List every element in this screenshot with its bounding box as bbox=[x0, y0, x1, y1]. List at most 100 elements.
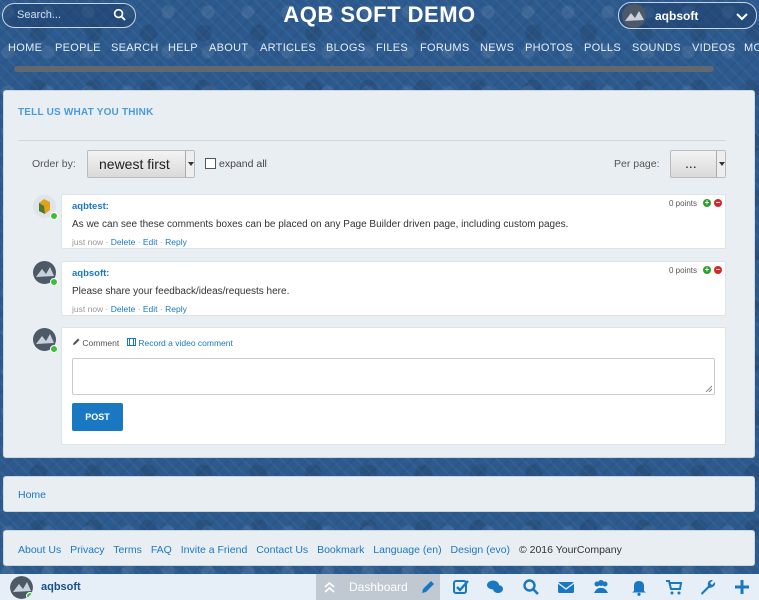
edit-link[interactable]: Edit bbox=[143, 237, 158, 247]
footer-faq[interactable]: FAQ bbox=[151, 544, 172, 556]
online-status-dot bbox=[50, 278, 58, 286]
nav-photos[interactable]: PHOTOS bbox=[525, 42, 573, 54]
footer-bookmark[interactable]: Bookmark bbox=[317, 544, 364, 556]
online-status-dot bbox=[50, 345, 58, 353]
nav-news[interactable]: NEWS bbox=[480, 42, 514, 54]
plus-icon[interactable] bbox=[733, 578, 751, 596]
footer: About Us Privacy Terms FAQ Invite a Frie… bbox=[3, 530, 755, 566]
nav-help[interactable]: HELP bbox=[168, 42, 198, 54]
footer-language[interactable]: Language (en) bbox=[373, 544, 441, 556]
dashboard-button[interactable]: Dashboard bbox=[316, 574, 440, 600]
comments-panel: TELL US WHAT YOU THINK Order by: newest … bbox=[3, 90, 755, 458]
post-button[interactable]: POST bbox=[72, 403, 123, 431]
select-caret-icon bbox=[716, 151, 725, 177]
search-icon[interactable] bbox=[522, 578, 540, 596]
avatar bbox=[622, 4, 646, 28]
per-page-value: ... bbox=[685, 155, 697, 171]
expand-all-checkbox[interactable] bbox=[205, 158, 216, 169]
nav-forums[interactable]: FORUMS bbox=[420, 42, 469, 54]
copyright: © 2016 YourCompany bbox=[518, 544, 622, 556]
select-caret-icon bbox=[185, 151, 194, 177]
nav-search[interactable]: SEARCH bbox=[111, 42, 159, 54]
nav-sounds[interactable]: SOUNDS bbox=[632, 42, 681, 54]
avatar[interactable] bbox=[10, 576, 33, 599]
pencil-icon bbox=[73, 338, 80, 345]
cart-icon[interactable] bbox=[665, 578, 683, 596]
delete-link[interactable]: Delete bbox=[111, 304, 136, 314]
film-icon bbox=[127, 338, 136, 346]
tab-record-video[interactable]: Record a video comment bbox=[127, 338, 233, 348]
bottom-toolbar: aqbsoft Dashboard bbox=[0, 574, 759, 600]
comment-textarea[interactable] bbox=[72, 358, 715, 395]
footer-terms[interactable]: Terms bbox=[113, 544, 142, 556]
nav-more[interactable]: MO bbox=[744, 42, 759, 54]
user-menu[interactable]: aqbsoft bbox=[618, 2, 757, 29]
edit-icon[interactable] bbox=[420, 579, 436, 595]
avatar[interactable] bbox=[33, 261, 58, 286]
wrench-icon[interactable] bbox=[699, 578, 717, 596]
section-title: TELL US WHAT YOU THINK bbox=[18, 107, 154, 118]
double-chevron-up-icon bbox=[324, 581, 335, 593]
order-by-select[interactable]: newest first bbox=[87, 150, 195, 178]
comment-text: Please share your feedback/ideas/request… bbox=[72, 286, 290, 297]
nav-polls[interactable]: POLLS bbox=[584, 42, 621, 54]
per-page-label: Per page: bbox=[614, 158, 660, 170]
footer-contact[interactable]: Contact Us bbox=[256, 544, 308, 556]
bottom-username[interactable]: aqbsoft bbox=[41, 581, 81, 593]
avatar[interactable] bbox=[33, 195, 58, 220]
online-status-dot bbox=[50, 212, 58, 220]
bell-icon[interactable] bbox=[630, 578, 648, 596]
comment-author[interactable]: aqbsoft: bbox=[72, 268, 109, 279]
resize-handle-icon[interactable] bbox=[705, 385, 712, 392]
nav-files[interactable]: FILES bbox=[376, 42, 408, 54]
breadcrumb: Home bbox=[3, 476, 755, 512]
vote-up-icon[interactable]: + bbox=[703, 266, 711, 274]
footer-invite[interactable]: Invite a Friend bbox=[181, 544, 248, 556]
vote-down-icon[interactable]: − bbox=[714, 199, 722, 207]
chat-icon[interactable] bbox=[486, 578, 504, 596]
check-icon[interactable] bbox=[452, 578, 470, 596]
comment-author[interactable]: aqbtest: bbox=[72, 201, 109, 212]
new-comment-form: Comment Record a video comment POST bbox=[61, 327, 726, 445]
comment-card: aqbtest: As we can see these comments bo… bbox=[61, 194, 726, 249]
reply-link[interactable]: Reply bbox=[165, 237, 187, 247]
reply-link[interactable]: Reply bbox=[165, 304, 187, 314]
delete-link[interactable]: Delete bbox=[111, 237, 136, 247]
comment-meta: just now · Delete · Edit · Reply bbox=[72, 304, 187, 314]
nav-articles[interactable]: ARTICLES bbox=[260, 42, 316, 54]
breadcrumb-home[interactable]: Home bbox=[18, 489, 46, 501]
footer-about-us[interactable]: About Us bbox=[18, 544, 61, 556]
nav-people[interactable]: PEOPLE bbox=[55, 42, 101, 54]
nav-blogs[interactable]: BLOGS bbox=[326, 42, 365, 54]
nav-home[interactable]: HOME bbox=[8, 42, 42, 54]
order-by-label: Order by: bbox=[32, 158, 76, 170]
tab-comment-label: Comment bbox=[82, 338, 120, 348]
dashboard-label: Dashboard bbox=[349, 580, 408, 594]
comment-text: As we can see these comments boxes can b… bbox=[72, 219, 569, 230]
comment-points: 0 points bbox=[668, 266, 697, 275]
user-menu-name: aqbsoft bbox=[655, 9, 699, 23]
avatar bbox=[33, 328, 58, 353]
expand-all-label[interactable]: expand all bbox=[219, 158, 267, 170]
per-page-select[interactable]: ... bbox=[670, 150, 726, 178]
nav-scrollbar[interactable] bbox=[14, 66, 714, 72]
tab-record-video-label: Record a video comment bbox=[138, 338, 233, 348]
mail-icon[interactable] bbox=[557, 578, 575, 596]
comment-points: 0 points bbox=[668, 199, 697, 208]
footer-privacy[interactable]: Privacy bbox=[70, 544, 104, 556]
nav-about[interactable]: ABOUT bbox=[209, 42, 248, 54]
tab-comment[interactable]: Comment bbox=[72, 338, 119, 348]
order-by-value: newest first bbox=[99, 156, 170, 172]
comment-card: aqbsoft: Please share your feedback/idea… bbox=[61, 261, 726, 316]
footer-design[interactable]: Design (evo) bbox=[451, 544, 511, 556]
comment-time: just now bbox=[72, 237, 104, 247]
people-icon[interactable] bbox=[592, 578, 610, 596]
main-nav: HOME PEOPLE SEARCH HELP ABOUT ARTICLES B… bbox=[0, 42, 759, 60]
divider bbox=[18, 140, 726, 141]
vote-down-icon[interactable]: − bbox=[714, 266, 722, 274]
nav-videos[interactable]: VIDEOS bbox=[692, 42, 735, 54]
comment-time: just now bbox=[72, 304, 104, 314]
edit-link[interactable]: Edit bbox=[143, 304, 158, 314]
vote-up-icon[interactable]: + bbox=[703, 199, 711, 207]
comment-meta: just now · Delete · Edit · Reply bbox=[72, 237, 187, 247]
